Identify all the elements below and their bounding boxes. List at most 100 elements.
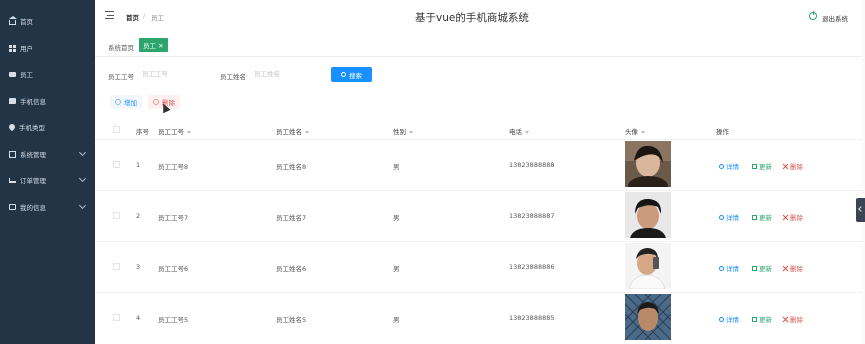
sidebar-item-label: 订单管理 [20,177,46,185]
sidebar-item-label: 手机类型 [19,124,45,132]
remove-button[interactable]: 删除 [783,161,803,171]
staff-name-label: 员工姓名 [220,73,246,81]
detail-button[interactable]: 详情 [719,314,739,324]
chevron-down-icon [78,174,87,183]
staff-name-input[interactable] [254,66,314,82]
breadcrumb-current: 员工 [151,14,164,22]
cell-staff-id: 员工工号5 [158,316,189,324]
page-title: 基于vue的手机商城系统 [415,12,529,24]
sidebar-item-label: 我的信息 [20,204,46,212]
sort-icon[interactable] [641,130,645,134]
column-header-gender[interactable]: 性别 [393,126,413,136]
close-icon [783,164,788,169]
power-icon[interactable] [809,11,817,20]
chevron-left-icon[interactable] [856,198,865,222]
row-checkbox[interactable] [113,314,120,321]
sidebar-item-staff[interactable]: 员工 [0,65,95,83]
cell-gender: 男 [393,265,400,273]
update-button[interactable]: 更新 [752,314,772,324]
breadcrumb-home[interactable]: 首页 [126,12,139,22]
update-button[interactable]: 更新 [752,212,772,222]
sort-icon[interactable] [409,130,413,134]
select-all-checkbox[interactable] [113,126,120,133]
tabs-bar: 系统首页 员工 ✕ [95,34,865,57]
breadcrumb-separator: / [143,12,146,20]
row-divider [95,292,865,293]
cell-staff-id: 员工工号6 [158,265,189,273]
column-header-id[interactable]: 员工工号 [158,126,191,136]
sidebar-item-phone-type[interactable]: 手机类型 [0,118,95,136]
sort-icon[interactable] [305,130,309,134]
tab-system-home[interactable]: 系统首页 [108,42,134,52]
remove-button[interactable]: 删除 [783,263,803,273]
card-icon [9,71,16,77]
cell-phone: 13823888888 [509,161,555,169]
search-button-label: 搜索 [349,72,362,80]
remove-button[interactable]: 删除 [783,314,803,324]
cell-staff-name: 员工姓名8 [276,163,307,171]
search-icon [719,265,724,271]
search-icon [719,214,724,220]
column-header-name[interactable]: 员工姓名 [276,126,309,136]
update-button[interactable]: 更新 [752,161,772,171]
home-icon [9,15,17,25]
sidebar-item-label: 首页 [20,18,33,26]
add-button-label: 增加 [124,99,137,107]
sidebar-item-my-info[interactable]: 我的信息 [0,198,95,216]
cell-no: 4 [136,314,141,322]
search-icon [719,316,724,322]
sidebar-item-orders[interactable]: 订单管理 [0,171,95,189]
column-header-no[interactable]: 序号 [136,126,149,136]
main-content: 首页 / 员工 基于vue的手机商城系统 退出系统 系统首页 员工 ✕ 员工工号… [95,0,865,344]
tab-staff[interactable]: 员工 ✕ [139,38,168,52]
sort-icon[interactable] [187,130,191,134]
sidebar-item-home[interactable]: 首页 [0,12,95,30]
column-header-avatar[interactable]: 头像 [625,126,645,136]
cell-no: 3 [136,263,141,271]
box-icon [9,150,16,158]
sidebar-item-system[interactable]: 系统管理 [0,145,95,163]
update-button[interactable]: 更新 [752,263,772,273]
remove-button[interactable]: 删除 [783,212,803,222]
cell-gender: 男 [393,316,400,324]
cart-icon [9,177,16,183]
plus-icon [115,99,121,105]
search-button[interactable]: 搜索 [331,67,372,82]
grid-icon [9,44,16,52]
chat-icon [9,98,16,104]
sidebar-item-label: 用户 [20,45,33,53]
cell-no: 1 [136,161,141,169]
sidebar-item-phone-info[interactable]: 手机信息 [0,92,95,110]
sidebar-item-label: 手机信息 [20,98,46,106]
top-header: 首页 / 员工 基于vue的手机商城系统 退出系统 [95,0,865,34]
logout-button[interactable]: 退出系统 [822,13,848,23]
sidebar-item-label: 系统管理 [20,151,46,159]
edit-icon [752,316,757,322]
column-header-actions: 操作 [716,128,729,136]
sidebar: 首页 用户 员工 手机信息 手机类型 系统管理 订单管理 我的信息 [0,0,95,344]
sidebar-item-users[interactable]: 用户 [0,39,95,57]
search-icon [341,72,346,77]
chevron-down-icon [78,201,87,210]
column-header-phone[interactable]: 电话 [509,126,529,136]
row-checkbox[interactable] [113,161,120,168]
detail-button[interactable]: 详情 [719,263,739,273]
menu-toggle-icon[interactable] [105,11,114,19]
sort-icon[interactable] [525,130,529,134]
edit-icon [752,265,757,271]
close-icon [783,317,788,322]
staff-id-label: 员工工号 [108,73,134,81]
sidebar-item-label: 员工 [20,71,33,79]
row-checkbox[interactable] [113,212,120,219]
close-icon [783,215,788,220]
cell-staff-name: 员工姓名5 [276,316,307,324]
staff-id-input[interactable] [142,66,202,82]
detail-button[interactable]: 详情 [719,212,739,222]
detail-button[interactable]: 详情 [719,161,739,171]
add-button[interactable]: 增加 [110,95,142,109]
table-header-divider [95,139,865,140]
cell-staff-id: 员工工号7 [158,214,189,222]
cell-gender: 男 [393,214,400,222]
edit-icon [752,163,757,169]
row-checkbox[interactable] [113,263,120,270]
